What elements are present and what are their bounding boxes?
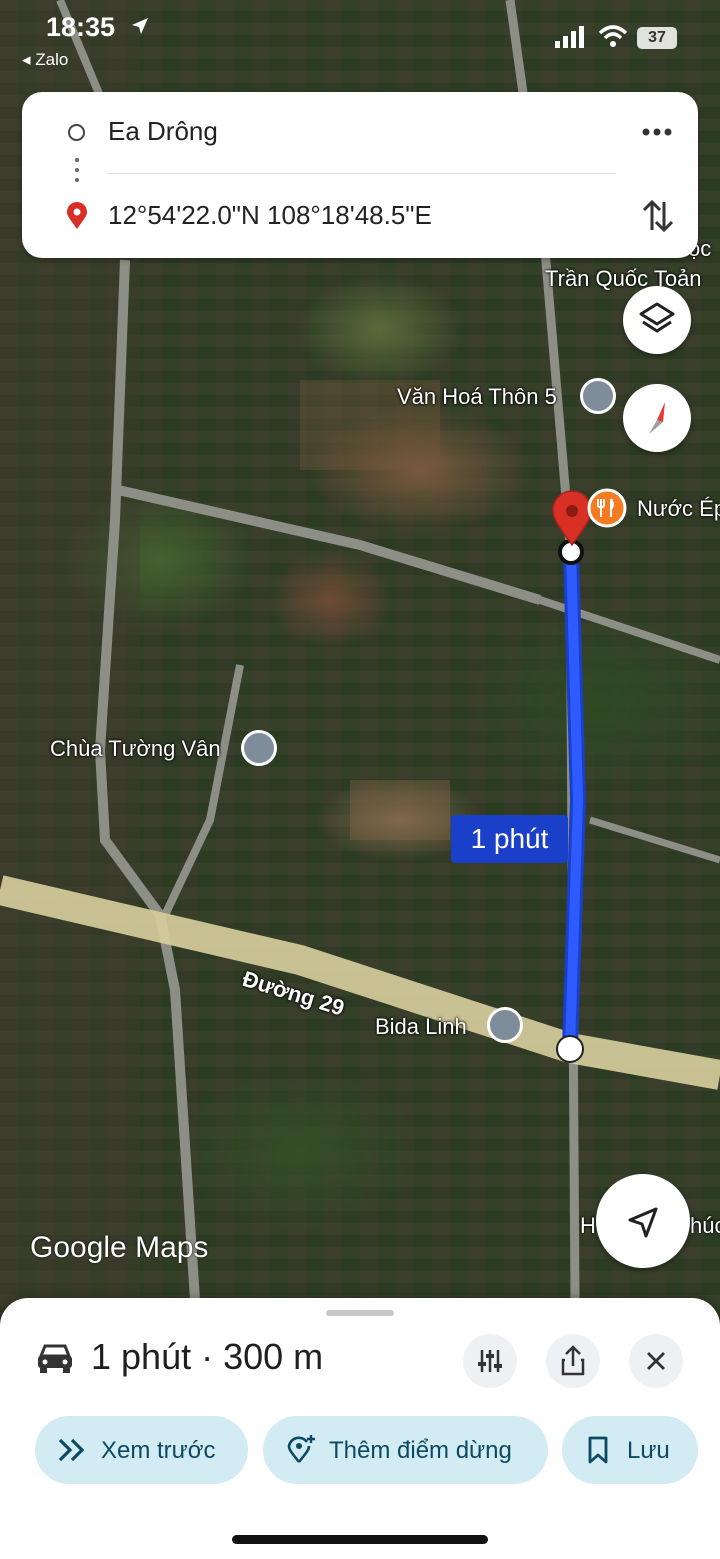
route-options-button[interactable]: [463, 1334, 517, 1388]
origin-field[interactable]: Ea Drông: [108, 116, 218, 147]
label-restaurant[interactable]: Nước Ép: [637, 496, 720, 522]
divider: [108, 173, 616, 174]
label-bottom-right-b: húc: [690, 1213, 720, 1238]
sheet-drag-handle[interactable]: [326, 1310, 394, 1316]
route-start-point: [556, 1035, 584, 1063]
sliders-icon: [478, 1350, 502, 1372]
compass-button[interactable]: [623, 384, 691, 452]
route-dots-icon: [75, 158, 79, 188]
preview-button[interactable]: Xem trước: [35, 1416, 248, 1484]
layers-icon: [639, 302, 675, 333]
close-button[interactable]: [629, 1334, 683, 1388]
route-summary: 1 phút · 300 m: [91, 1336, 324, 1377]
label-bottom-right-a: H: [580, 1213, 596, 1238]
culture-house-pin-icon[interactable]: [580, 378, 616, 414]
add-stop-icon: [287, 1435, 315, 1463]
back-to-app[interactable]: ◂ Zalo: [22, 50, 68, 70]
bookmark-icon: [588, 1436, 608, 1464]
label-pagoda[interactable]: Chùa Tường Vân: [50, 736, 221, 762]
add-stop-label: Thêm điểm dừng: [329, 1437, 512, 1464]
battery-indicator: 37: [637, 27, 677, 49]
destination-pin-icon[interactable]: [552, 490, 592, 547]
add-stop-button[interactable]: Thêm điểm dừng: [263, 1416, 548, 1484]
compass-icon: [649, 402, 665, 434]
status-time: 18:35: [46, 12, 116, 42]
double-chevron-icon: [58, 1438, 85, 1462]
label-culture-house[interactable]: Văn Hoá Thôn 5: [397, 384, 557, 410]
close-icon: [647, 1352, 665, 1370]
restaurant-icon[interactable]: [587, 488, 627, 528]
car-icon: [38, 1344, 72, 1373]
signal-icon: [555, 26, 584, 48]
navigation-arrow-icon: [628, 1207, 658, 1238]
swap-directions-icon[interactable]: [640, 196, 676, 236]
preview-label: Xem trước: [101, 1437, 216, 1464]
my-location-button[interactable]: [596, 1174, 690, 1268]
home-indicator[interactable]: [232, 1535, 488, 1544]
eta-badge: 1 phút: [451, 815, 568, 863]
label-billiards[interactable]: Bida Linh: [375, 1014, 467, 1040]
destination-field[interactable]: 12°54'22.0"N 108°18'48.5"E: [108, 200, 432, 231]
more-options-icon[interactable]: [642, 119, 672, 145]
pagoda-pin-icon[interactable]: [241, 730, 277, 766]
directions-card: Ea Drông 12°54'22.0"N 108°18'48.5"E: [22, 92, 698, 258]
share-button[interactable]: [546, 1334, 600, 1388]
billiards-pin-icon[interactable]: [487, 1007, 523, 1043]
origin-circle-icon: [68, 124, 85, 141]
route-bottom-sheet: 1 phút · 300 m Xem trước Thêm điểm dừng: [0, 1298, 720, 1559]
save-button[interactable]: Lưu: [562, 1416, 698, 1484]
layers-button[interactable]: [623, 286, 691, 354]
share-icon: [561, 1345, 585, 1376]
location-arrow-icon: [132, 18, 148, 34]
save-label: Lưu: [627, 1437, 670, 1464]
status-bar: 18:35 ◂ Zalo 37: [0, 0, 720, 80]
google-maps-logo: Google Maps: [30, 1231, 209, 1264]
destination-marker-icon: [67, 202, 87, 229]
wifi-icon: [598, 25, 628, 47]
